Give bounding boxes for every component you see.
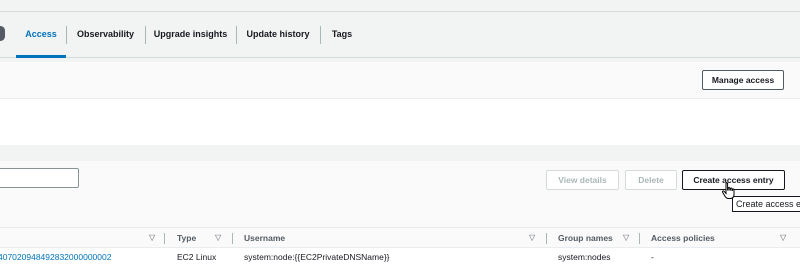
cell-access-policies: - [651, 252, 654, 262]
cell-username: system:node:{{EC2PrivateDNSName}} [244, 252, 390, 262]
column-header-group-names[interactable]: Group names [558, 228, 613, 248]
create-access-entry-tooltip: Create access entry [732, 196, 800, 212]
access-config-panel: Manage access [0, 62, 800, 145]
cell-group-names: system:nodes [558, 252, 611, 262]
tab-bar: Access Observability Upgrade insights Up… [0, 12, 800, 58]
access-config-header [0, 62, 800, 99]
sort-icon[interactable]: ▽ [215, 228, 221, 248]
top-strip [0, 0, 800, 12]
column-divider[interactable] [546, 233, 547, 244]
tab-tags[interactable]: Tags [321, 12, 363, 57]
filter-input[interactable] [0, 168, 79, 188]
delete-button[interactable]: Delete [625, 170, 677, 190]
sort-icon[interactable]: ▽ [529, 228, 535, 248]
table-header: ▽ Type ▽ Username ▽ Group names ▽ Access… [0, 227, 800, 248]
hand-cursor-icon [721, 182, 735, 199]
principal-arn-link[interactable]: 407020948492832000000002 [0, 252, 111, 262]
tab-access[interactable]: Access [16, 12, 66, 58]
tab-upgrade-insights[interactable]: Upgrade insights [146, 12, 235, 57]
access-entries-header [0, 161, 800, 227]
column-header-access-policies[interactable]: Access policies [651, 228, 715, 248]
access-entries-panel: View details Delete Create access entry … [0, 161, 800, 264]
column-divider[interactable] [639, 233, 640, 244]
sort-icon[interactable]: ▽ [780, 228, 786, 248]
view-details-button[interactable]: View details [546, 170, 619, 190]
column-divider[interactable] [232, 233, 233, 244]
tab-observability[interactable]: Observability [67, 12, 144, 57]
column-header-type[interactable]: Type [177, 228, 196, 248]
table-row: 407020948492832000000002 EC2 Linux syste… [0, 248, 800, 264]
sort-icon[interactable]: ▽ [623, 228, 629, 248]
cell-type: EC2 Linux [177, 252, 217, 262]
scroll-left-icon[interactable] [0, 26, 5, 41]
sort-icon[interactable]: ▽ [149, 228, 155, 248]
column-divider[interactable] [164, 233, 165, 244]
manage-access-button[interactable]: Manage access [702, 70, 784, 90]
tab-update-history[interactable]: Update history [237, 12, 319, 57]
column-header-username[interactable]: Username [244, 228, 285, 248]
